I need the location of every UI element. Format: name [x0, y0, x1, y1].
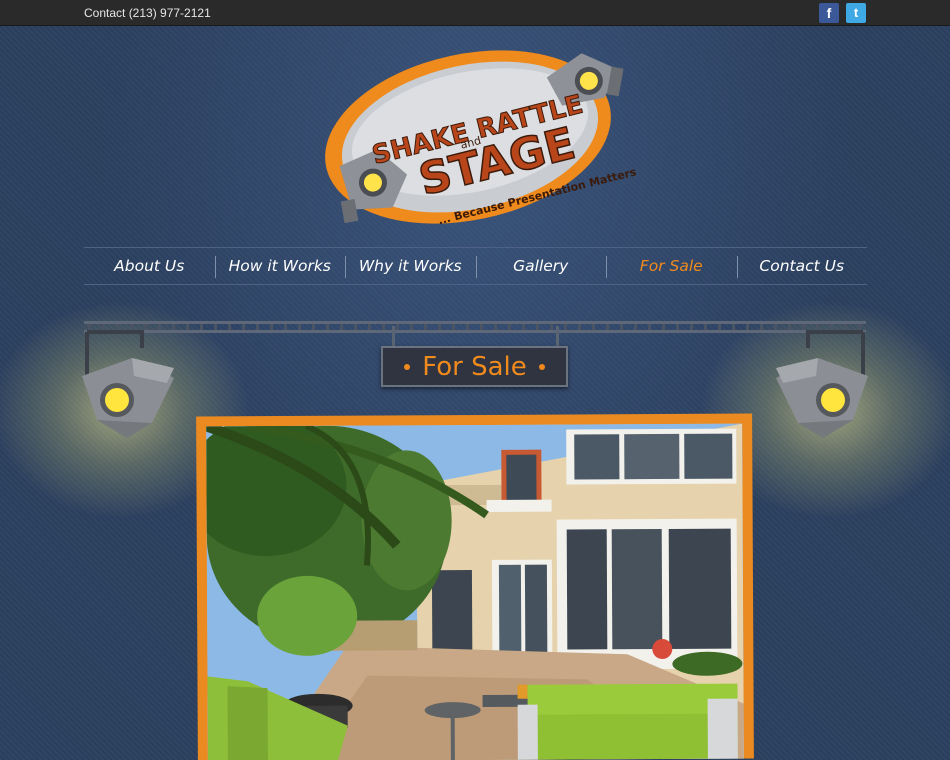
top-bar: Contact (213) 977-2121 f t	[0, 0, 950, 26]
nav-item-why-it-works[interactable]: Why it Works	[345, 248, 476, 284]
spotlight-icon	[72, 328, 182, 458]
photo-frame	[196, 413, 754, 760]
lighting-truss	[84, 318, 866, 333]
sign-dot-right	[538, 363, 545, 370]
page-title: For Sale	[422, 351, 527, 382]
spotlight-icon	[768, 328, 878, 458]
nav-item-contact-us[interactable]: Contact Us	[736, 248, 868, 284]
nav-item-for-sale[interactable]: For Sale	[606, 248, 737, 284]
page-title-sign: For Sale	[381, 346, 568, 387]
contact-phone[interactable]: Contact (213) 977-2121	[84, 6, 211, 20]
site-logo[interactable]: SHAKE RATTLE and STAGE ... Because Prese…	[320, 40, 640, 235]
nav-item-gallery[interactable]: Gallery	[475, 248, 607, 284]
sign-dot-left	[404, 363, 411, 370]
twitter-icon[interactable]: t	[846, 3, 866, 23]
main-nav: About Us How it Works Why it Works Galle…	[84, 247, 867, 285]
nav-item-about-us[interactable]: About Us	[84, 248, 215, 284]
nav-item-how-it-works[interactable]: How it Works	[214, 248, 346, 284]
property-photo[interactable]	[206, 423, 744, 760]
facebook-icon[interactable]: f	[819, 3, 839, 23]
